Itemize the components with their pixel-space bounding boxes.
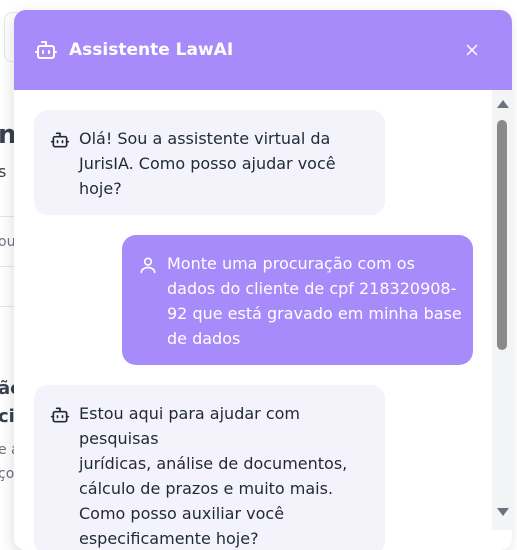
message-line: Como posso auxiliar você bbox=[79, 504, 285, 523]
scroll-down-arrow[interactable] bbox=[497, 508, 509, 516]
message-line: Monte uma procuração com os bbox=[167, 254, 415, 273]
bot-message: Estou aqui para ajudar com pesquisas jur… bbox=[34, 385, 385, 550]
user-message: Monte uma procuração com os dados do cli… bbox=[122, 235, 473, 365]
scrollbar[interactable] bbox=[492, 90, 512, 530]
message-line: Olá! Sou a assistente virtual da bbox=[79, 129, 331, 148]
message-text: Olá! Sou a assistente virtual da JurisIA… bbox=[79, 126, 375, 201]
message-line: jurídicas, análise de documentos, bbox=[79, 454, 348, 473]
message-line: cálculo de prazos e muito mais. bbox=[79, 479, 334, 498]
background-text-fragment: ço bbox=[0, 466, 15, 482]
bot-icon bbox=[50, 405, 70, 425]
scroll-up-arrow[interactable] bbox=[497, 100, 509, 108]
message-line: Estou aqui para ajudar com pesquisas bbox=[79, 404, 300, 448]
chat-header: Assistente LawAI bbox=[14, 10, 512, 90]
message-list[interactable]: Olá! Sou a assistente virtual da JurisIA… bbox=[14, 90, 492, 550]
close-button[interactable] bbox=[460, 38, 484, 62]
message-line: de dados bbox=[167, 329, 241, 348]
scrollbar-thumb[interactable] bbox=[497, 120, 507, 350]
background-text-fragment: s bbox=[0, 162, 7, 181]
user-icon bbox=[138, 255, 158, 275]
chat-title: Assistente LawAI bbox=[69, 40, 234, 60]
bot-message: Olá! Sou a assistente virtual da JurisIA… bbox=[34, 110, 385, 215]
message-line: JurisIA. Como posso ajudar você bbox=[79, 154, 336, 173]
bot-icon bbox=[34, 38, 58, 62]
message-line: hoje? bbox=[79, 179, 122, 198]
message-line: especificamente hoje? bbox=[79, 529, 259, 548]
message-text: Monte uma procuração com os dados do cli… bbox=[167, 251, 463, 351]
bot-icon bbox=[50, 130, 70, 150]
close-icon bbox=[466, 44, 478, 56]
message-line: 92 que está gravado em minha base bbox=[167, 304, 462, 323]
chat-window: Assistente LawAI Olá! Sou a assistente v… bbox=[14, 10, 512, 550]
message-line: dados do cliente de cpf 218320908- bbox=[167, 279, 457, 298]
message-text: Estou aqui para ajudar com pesquisas jur… bbox=[79, 401, 375, 550]
